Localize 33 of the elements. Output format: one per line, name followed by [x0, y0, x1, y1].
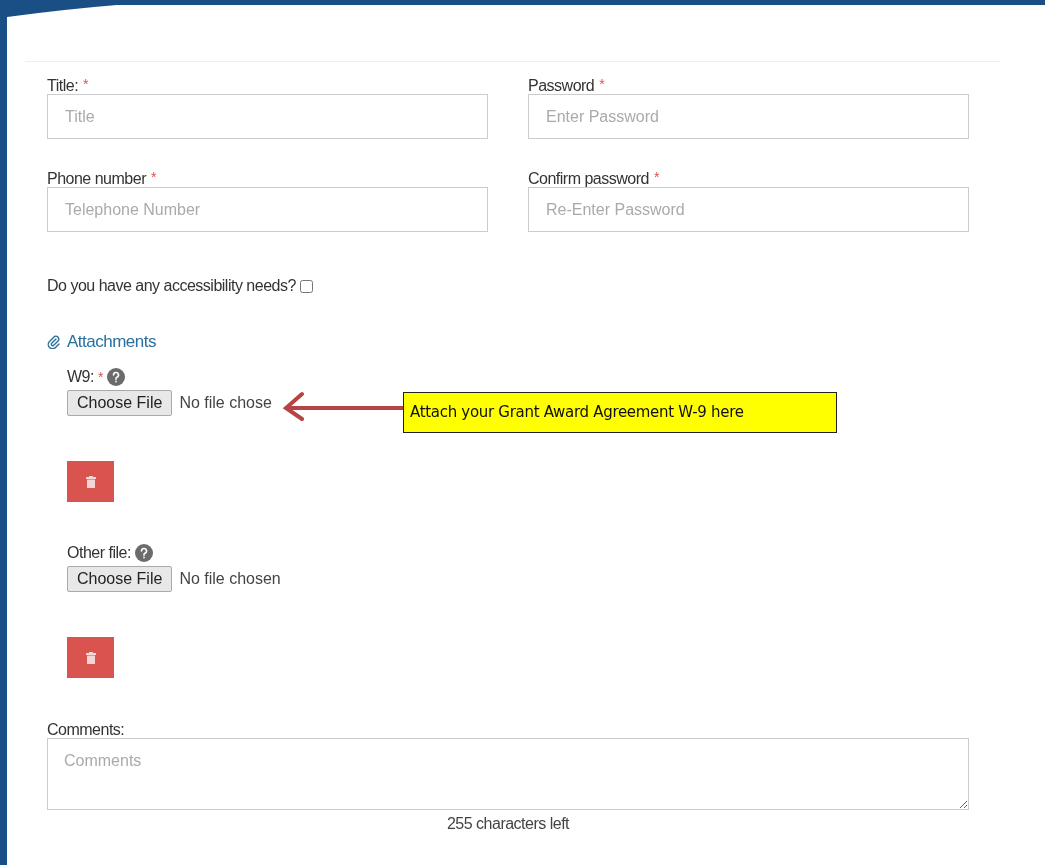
accessibility-checkbox[interactable]	[299, 279, 313, 293]
required-mark: *	[599, 75, 605, 94]
field-label: Password	[528, 76, 595, 96]
comments-field[interactable]: Comments	[47, 738, 969, 810]
file-label: Other file:	[67, 543, 131, 563]
delete-button[interactable]	[67, 461, 114, 502]
choose-file-button[interactable]: Choose File	[67, 390, 173, 416]
paperclip-icon	[47, 335, 61, 349]
help-icon[interactable]	[107, 368, 126, 386]
character-counter: 255 characters left	[446, 814, 570, 834]
file-status: No file chosen	[179, 569, 281, 589]
text-field[interactable]: Enter Password	[528, 94, 969, 139]
question-label: Do you have any accessibility needs?	[47, 276, 296, 296]
help-icon[interactable]	[134, 544, 153, 562]
text-field[interactable]: Telephone Number	[47, 187, 488, 232]
trash-icon	[85, 651, 96, 664]
field-label: Phone number	[47, 169, 146, 189]
field-label: Title:	[47, 76, 79, 96]
required-mark: *	[150, 168, 157, 187]
callout-note: Attach your Grant Award Agreement W-9 here	[403, 392, 837, 433]
trash-icon	[85, 475, 96, 488]
file-status: No file chose	[179, 393, 272, 413]
choose-file-button[interactable]: Choose File	[67, 566, 173, 592]
delete-button[interactable]	[67, 637, 114, 678]
field-label: Confirm password	[528, 169, 649, 189]
comments-label: Comments:	[47, 720, 126, 738]
file-label: W9:	[67, 367, 94, 387]
section-heading: Attachments	[67, 331, 156, 354]
text-field[interactable]: Re-Enter Password	[528, 187, 969, 232]
text-field[interactable]: Title	[47, 94, 488, 139]
required-mark: *	[97, 367, 104, 387]
required-mark: *	[83, 75, 89, 94]
required-mark: *	[653, 168, 660, 187]
